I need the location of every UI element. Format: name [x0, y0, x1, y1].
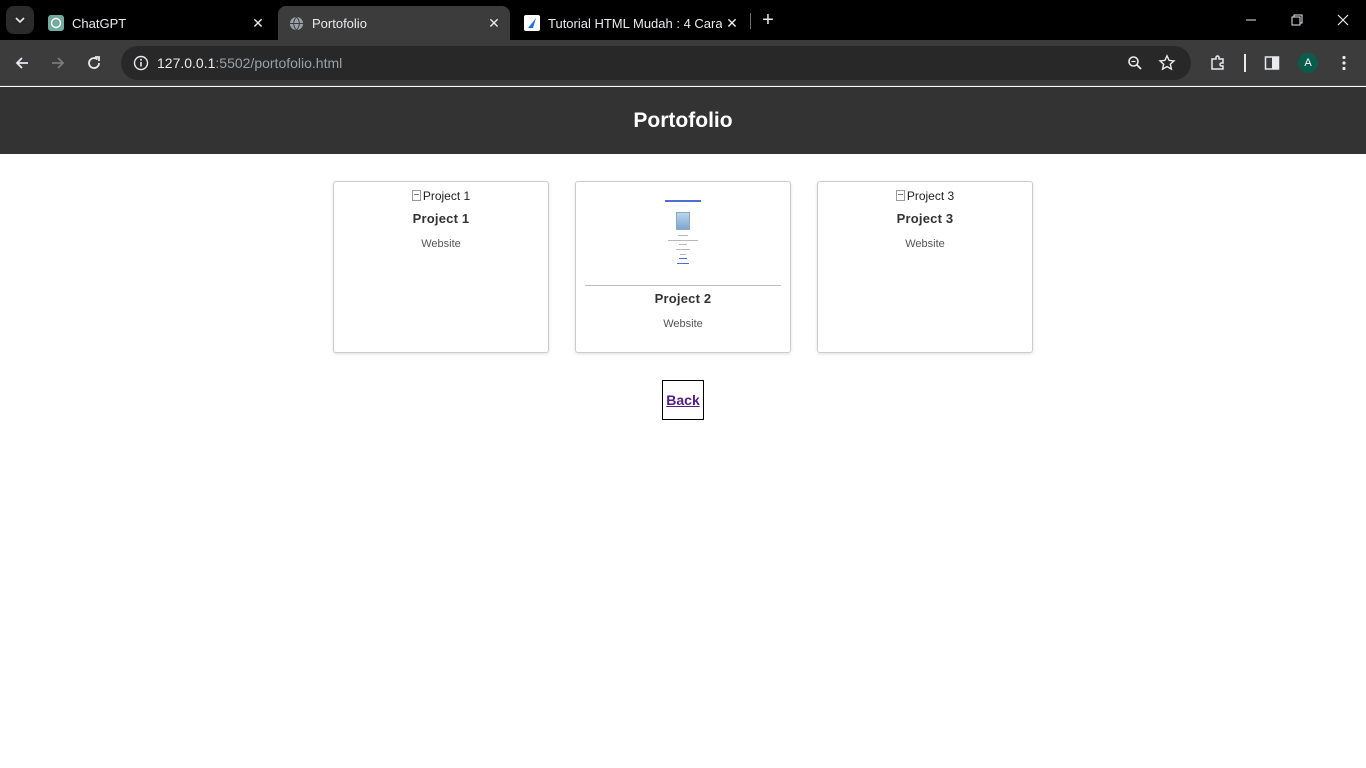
close-icon[interactable]: ✕	[484, 13, 504, 33]
site-header: Portofolio	[0, 87, 1366, 154]
close-icon[interactable]: ✕	[248, 13, 268, 33]
back-link[interactable]: Back	[662, 380, 704, 420]
url-text[interactable]: 127.0.0.1:5502/portofolio.html	[157, 55, 342, 71]
image-alt-text: Project 1	[422, 188, 471, 203]
side-panel-icon[interactable]	[1258, 49, 1286, 77]
back-arrow-icon[interactable]	[8, 49, 36, 77]
window-close-icon[interactable]	[1320, 0, 1366, 40]
restore-icon[interactable]	[1274, 0, 1320, 40]
tab-strip: ChatGPT ✕ Portofolio ✕ Tutorial HTML Mud…	[0, 0, 1366, 40]
tutorial-site-icon	[524, 15, 540, 31]
tab-title: ChatGPT	[72, 15, 127, 31]
project-card: Project 1 Project 1 Website	[333, 181, 549, 353]
project-category: Website	[421, 238, 461, 250]
tab-search-button[interactable]	[6, 6, 34, 34]
tab-tutorial[interactable]: Tutorial HTML Mudah : 4 Cara M ✕	[514, 6, 748, 40]
close-icon[interactable]: ✕	[722, 13, 742, 33]
tab-title: Portofolio	[312, 15, 367, 31]
zoom-icon[interactable]	[1123, 51, 1147, 75]
url-host: 127.0.0.1	[157, 55, 216, 71]
page-content: Portofolio Project 1 Project 1 Website P…	[0, 87, 1366, 768]
site-info-icon[interactable]	[129, 51, 153, 75]
bookmark-star-icon[interactable]	[1155, 51, 1179, 75]
broken-image-icon	[411, 190, 421, 201]
chevron-down-icon	[15, 17, 25, 24]
broken-image: Project 1	[411, 188, 471, 203]
project-grid: Project 1 Project 1 Website Project 2 We…	[333, 181, 1033, 353]
image-alt-text: Project 3	[906, 188, 955, 203]
new-tab-plus-icon[interactable]: +	[756, 8, 780, 32]
more-menu-icon[interactable]	[1330, 49, 1358, 77]
project-title: Project 1	[412, 211, 470, 226]
minimize-icon[interactable]	[1228, 0, 1274, 40]
chatgpt-icon	[48, 15, 64, 31]
broken-image-icon	[895, 190, 905, 201]
tab-chatgpt[interactable]: ChatGPT ✕	[38, 6, 274, 40]
project-thumbnail	[585, 192, 781, 286]
project-card: Project 3 Project 3 Website	[817, 181, 1033, 353]
browser-toolbar: 127.0.0.1:5502/portofolio.html	[0, 40, 1366, 86]
broken-image: Project 3	[895, 188, 955, 203]
globe-icon	[288, 15, 304, 31]
extensions-icon[interactable]	[1204, 49, 1232, 77]
page-title: Portofolio	[633, 108, 733, 132]
project-card: Project 2 Website	[575, 181, 791, 353]
project-category: Website	[663, 318, 703, 330]
reload-icon[interactable]	[80, 49, 108, 77]
tab-title: Tutorial HTML Mudah : 4 Cara M	[548, 15, 722, 31]
project-title: Project 2	[654, 291, 712, 306]
tab-portofolio[interactable]: Portofolio ✕	[278, 6, 510, 40]
url-path: :5502/portofolio.html	[215, 55, 343, 71]
forward-arrow-icon[interactable]	[44, 49, 72, 77]
toolbar-divider	[1244, 54, 1246, 72]
address-bar[interactable]: 127.0.0.1:5502/portofolio.html	[121, 46, 1191, 80]
project-category: Website	[905, 238, 945, 250]
tab-separator	[750, 13, 751, 29]
project-title: Project 3	[896, 211, 954, 226]
profile-avatar[interactable]: A	[1298, 53, 1318, 73]
